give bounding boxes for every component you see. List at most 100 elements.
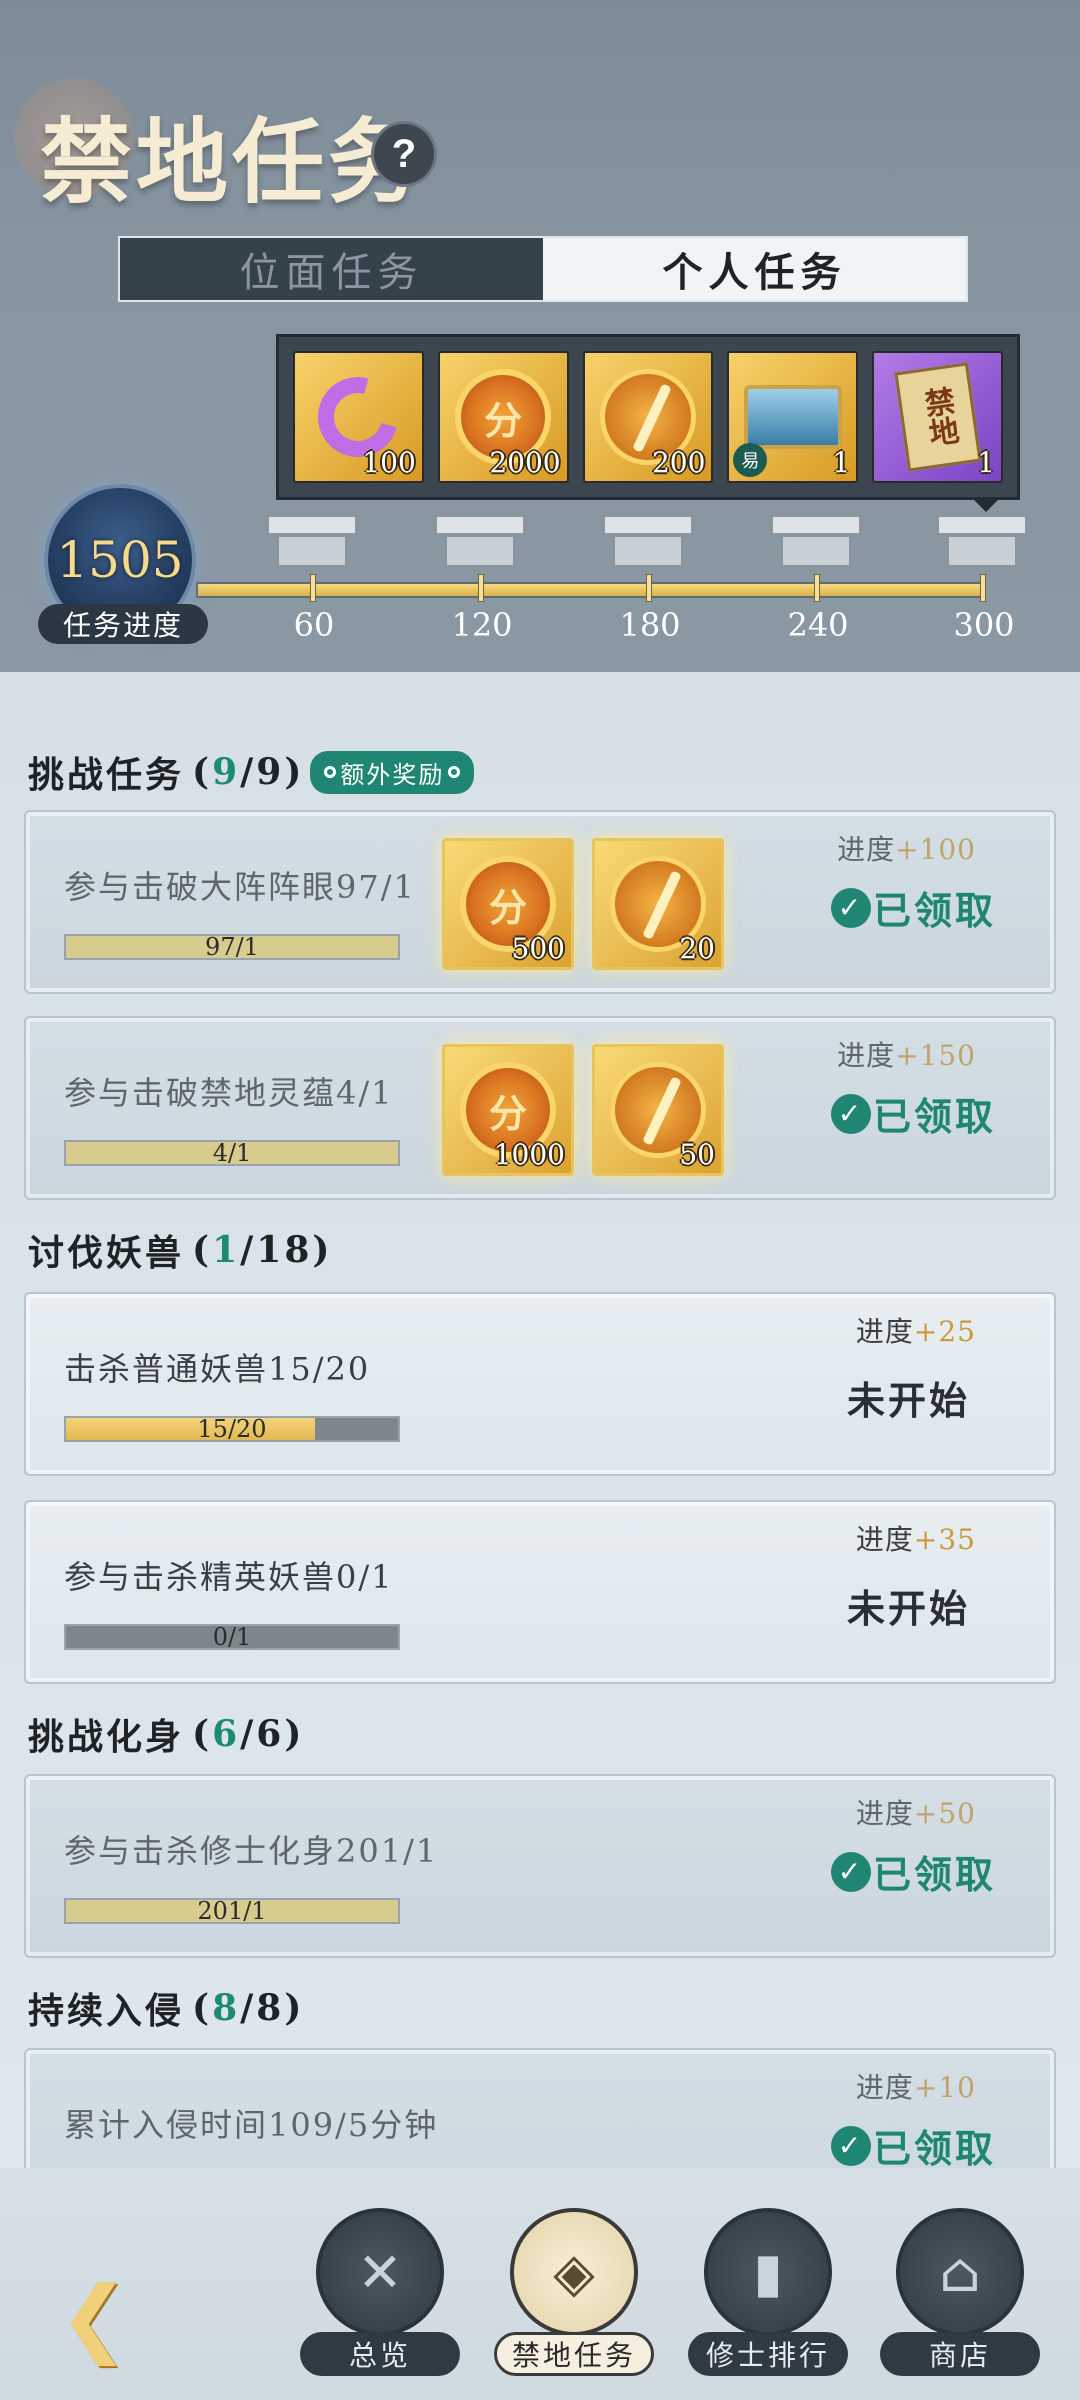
milestone-chest-icon[interactable] <box>434 514 526 570</box>
nav-cultivator-ranking[interactable]: ▮ 修士排行 <box>688 2208 848 2384</box>
section-total: /9 <box>240 751 285 793</box>
progress-word: 进度 <box>855 1523 914 1556</box>
reward-count: 100 <box>362 446 416 479</box>
progress-word: 进度 <box>855 1315 914 1348</box>
section-title: 挑战化身 ( 6 /6 ) <box>28 1708 304 1760</box>
section-current: 9 <box>212 751 241 793</box>
task-progress-points: 进度+35 <box>856 1518 976 1558</box>
badge-dot-icon <box>448 766 461 778</box>
section-current: 8 <box>212 1987 241 2029</box>
task-reward-item[interactable]: 50 <box>592 1044 724 1176</box>
section-paren: ) <box>284 1987 305 2029</box>
milestone-chest-icon[interactable] <box>770 514 862 570</box>
task-list[interactable]: 挑战任务 ( 9 /9 ) 额外奖励 参与击破大阵阵眼97/1 97/1 分 5… <box>0 672 1080 2168</box>
reward-item[interactable]: 200 <box>582 351 714 483</box>
task-card[interactable]: 累计入侵时间109/5分钟 进度+10 ✓ 已领取 <box>24 2048 1056 2168</box>
task-bar-text: 201/1 <box>197 1897 267 1925</box>
not-started-status: 未开始 <box>846 1586 970 1631</box>
task-progress-bar: 97/1 <box>64 933 400 961</box>
extra-reward-badge[interactable]: 额外奖励 <box>310 750 475 794</box>
section-paren: ) <box>312 1229 333 1271</box>
task-progress-points: 进度+50 <box>856 1792 976 1832</box>
reward-item[interactable]: 禁地 1 <box>872 351 1003 483</box>
section-name: 讨伐妖兽 <box>28 1232 185 1274</box>
milestone-label: 240 <box>787 606 849 644</box>
task-card[interactable]: 参与击破禁地灵蕴4/1 4/1 分 1000 50 进度+150 ✓ 已领取 <box>24 1016 1056 1200</box>
nav-shop[interactable]: ⌂ 商店 <box>880 2208 1040 2384</box>
reward-item[interactable]: 分 2000 <box>437 351 569 483</box>
task-bar-text: 15/20 <box>197 1415 267 1443</box>
section-paren: ) <box>284 1713 305 1755</box>
milestone-label: 60 <box>293 606 335 644</box>
milestone-chest-icon[interactable] <box>602 514 694 570</box>
task-progress-bar: 4/1 <box>64 1139 400 1167</box>
check-icon: ✓ <box>830 1093 871 1134</box>
reward-item[interactable]: 易 1 <box>727 351 859 483</box>
header-panel: 禁地任务 ? 位面任务 个人任务 100 分 2000 200 易 1 禁地 1 <box>0 0 1080 672</box>
nav-label: 总览 <box>300 2332 460 2376</box>
treasure-chest-icon <box>743 385 842 449</box>
task-name: 参与击破禁地灵蕴4/1 <box>64 1074 394 1112</box>
task-card[interactable]: 参与击破大阵阵眼97/1 97/1 分 500 20 进度+100 ✓ 已领取 <box>24 810 1056 994</box>
section-current: 6 <box>212 1713 241 1755</box>
progress-word: 进度 <box>837 1039 896 1072</box>
task-reward-item[interactable]: 20 <box>592 838 724 970</box>
progress-value: 1505 <box>56 531 184 589</box>
task-name: 参与击杀精英妖兽0/1 <box>64 1558 394 1596</box>
milestone-label: 180 <box>619 606 681 644</box>
milestone-chest-icon[interactable] <box>936 514 1028 570</box>
task-bar-text: 97/1 <box>205 933 259 961</box>
reward-count: 20 <box>679 932 715 965</box>
task-bar-text: 4/1 <box>212 1139 252 1167</box>
reward-pointer-arrow <box>972 498 1000 512</box>
check-icon: ✓ <box>830 1851 871 1892</box>
task-card[interactable]: 参与击杀修士化身201/1 201/1 进度+50 ✓ 已领取 <box>24 1774 1056 1958</box>
reward-count: 50 <box>679 1138 715 1171</box>
task-tabs: 位面任务 个人任务 <box>118 236 968 302</box>
reward-count: 200 <box>651 446 706 479</box>
progress-plus: +150 <box>895 1039 976 1072</box>
milestone-label: 120 <box>451 606 513 644</box>
task-progress-bar: 201/1 <box>64 1897 400 1925</box>
extra-reward-label: 额外奖励 <box>340 760 445 789</box>
task-reward-item[interactable]: 分 1000 <box>442 1044 574 1176</box>
section-total: /18 <box>240 1229 313 1271</box>
help-button[interactable]: ? <box>374 124 434 184</box>
progress-label: 任务进度 <box>38 604 208 644</box>
nav-overview[interactable]: ✕ 总览 <box>300 2208 460 2384</box>
shop-icon: ⌂ <box>896 2208 1024 2336</box>
task-name: 击杀普通妖兽15/20 <box>64 1350 371 1388</box>
progress-word: 进度 <box>837 833 896 866</box>
status-text: 已领取 <box>872 1852 996 1897</box>
back-arrow-icon[interactable]: ❮ <box>44 2268 144 2366</box>
ranking-icon: ▮ <box>704 2208 832 2336</box>
task-progress-points: 进度+25 <box>856 1310 976 1350</box>
task-name: 累计入侵时间109/5分钟 <box>64 2106 439 2144</box>
status-text: 已领取 <box>872 888 996 933</box>
task-progress-bar: 15/20 <box>64 1415 400 1443</box>
nav-label: 修士排行 <box>688 2332 848 2376</box>
section-paren: ( <box>192 1713 213 1755</box>
section-paren: ( <box>192 1987 213 2029</box>
task-name: 参与击破大阵阵眼97/1 <box>64 868 416 906</box>
section-title: 讨伐妖兽 ( 1 /18 ) <box>28 1224 332 1276</box>
section-total: /6 <box>240 1713 285 1755</box>
task-progress-points: 进度+10 <box>856 2066 976 2106</box>
nav-forbidden-tasks[interactable]: ◈ 禁地任务 <box>494 2208 654 2384</box>
task-card[interactable]: 参与击杀精英妖兽0/1 0/1 进度+35 未开始 <box>24 1500 1056 1684</box>
task-reward-item[interactable]: 分 500 <box>442 838 574 970</box>
task-card[interactable]: 击杀普通妖兽15/20 15/20 进度+25 未开始 <box>24 1292 1056 1476</box>
tab-personal-tasks[interactable]: 个人任务 <box>543 238 966 300</box>
reward-count: 1000 <box>493 1138 565 1171</box>
milestone-chest-icon[interactable] <box>266 514 358 570</box>
reward-item[interactable]: 100 <box>293 351 424 483</box>
overview-icon: ✕ <box>316 2208 444 2336</box>
milestone-tick <box>478 574 484 602</box>
nav-label: 禁地任务 <box>494 2332 654 2376</box>
section-total: /8 <box>240 1987 285 2029</box>
check-icon: ✓ <box>830 887 871 928</box>
coin-glyph: 分 <box>488 1090 527 1136</box>
task-progress-points: 进度+150 <box>837 1034 976 1074</box>
section-title: 挑战任务 ( 9 /9 ) 额外奖励 <box>28 746 475 798</box>
tab-plane-tasks[interactable]: 位面任务 <box>120 238 543 300</box>
